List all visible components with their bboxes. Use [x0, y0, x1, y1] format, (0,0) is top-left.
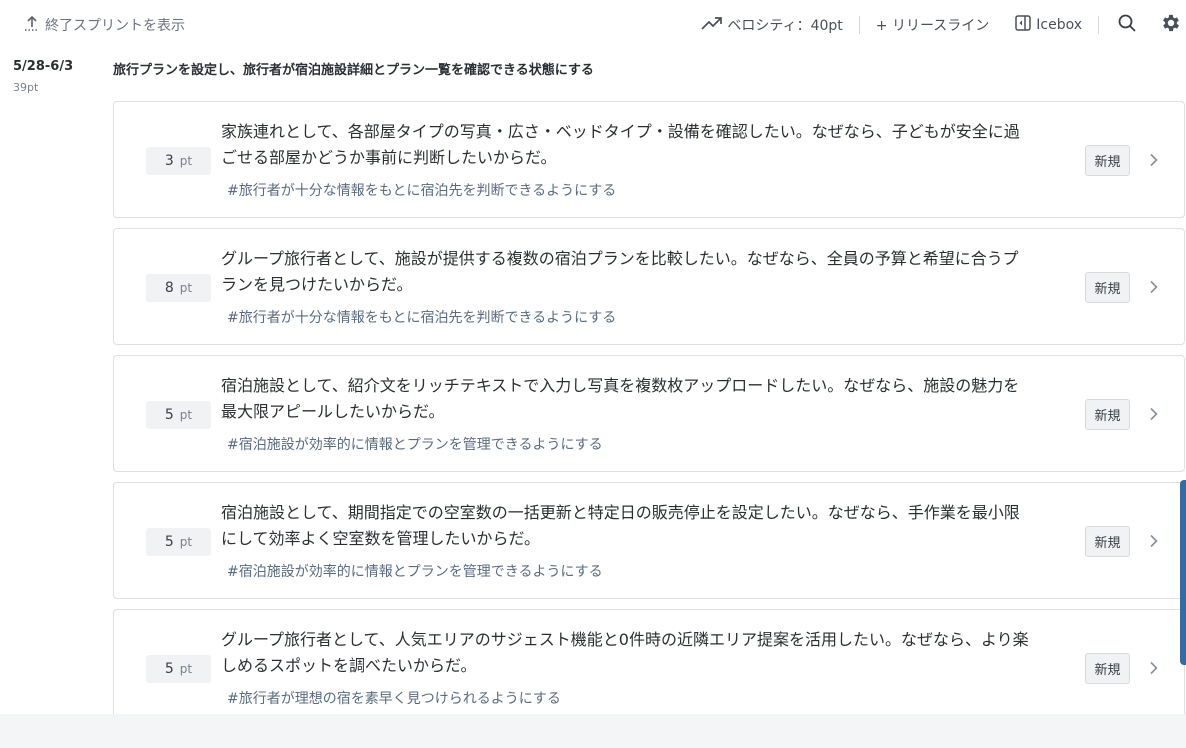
sprint-date-range: 5/28-6/3 [13, 59, 74, 74]
story-points-unit: pt [179, 535, 193, 549]
sprint-goal: 旅行プランを設定し、旅行者が宿泊施設詳細とプラン一覧を確認できる状態にする [113, 63, 594, 78]
settings-button[interactable] [1159, 13, 1183, 37]
release-line-button[interactable]: + リリースライン [876, 15, 989, 35]
toolbar-divider [858, 16, 860, 34]
status-badge[interactable]: 新規 [1085, 526, 1130, 557]
trend-up-icon [701, 15, 723, 35]
chevron-right-icon[interactable] [1146, 278, 1162, 296]
search-button[interactable] [1115, 13, 1139, 37]
sprint-points: 39pt [13, 81, 39, 94]
story-title: グループ旅行者として、施設が提供する複数の宿泊プランを比較したい。なぜなら、全員… [221, 249, 1019, 294]
status-badge[interactable]: 新規 [1085, 145, 1130, 176]
story-points-unit: pt [179, 662, 193, 676]
story-card[interactable]: 3 pt 家族連れとして、各部屋タイプの写真・広さ・ベッドタイプ・設備を確認した… [113, 101, 1185, 218]
velocity-button[interactable]: ベロシティ：40pt [701, 15, 843, 35]
story-points-value: 3 [164, 153, 174, 169]
story-title: 宿泊施設として、紹介文をリッチテキストで入力し写真を複数枚アップロードしたい。な… [221, 376, 1020, 421]
show-ended-sprints-label: 終了スプリントを表示 [45, 18, 185, 34]
story-card[interactable]: 5 pt 宿泊施設として、期間指定での空室数の一括更新と特定日の販売停止を設定し… [113, 482, 1185, 599]
story-points-unit: pt [179, 281, 193, 295]
sprint-planning-page: 終了スプリントを表示 ベロシティ：40pt + リリースライン Icebox 5… [0, 0, 1186, 714]
story-epic-tag[interactable]: #旅行者が理想の宿を素早く見つけられるようにする [227, 688, 561, 708]
chevron-right-icon[interactable] [1146, 405, 1162, 423]
story-epic-tag[interactable]: #旅行者が十分な情報をもとに宿泊先を判断できるようにする [227, 180, 616, 200]
story-epic-tag[interactable]: #宿泊施設が効率的に情報とプランを管理できるようにする [227, 434, 603, 454]
story-points-box[interactable]: 5 pt [146, 528, 211, 556]
chevron-right-icon[interactable] [1146, 151, 1162, 169]
story-points-unit: pt [179, 154, 193, 168]
status-badge[interactable]: 新規 [1085, 653, 1130, 684]
story-points-value: 5 [164, 534, 174, 550]
story-title: 家族連れとして、各部屋タイプの写真・広さ・ベッドタイプ・設備を確認したい。なぜな… [221, 122, 1020, 167]
show-ended-sprints-button[interactable]: 終了スプリントを表示 [23, 14, 185, 36]
status-badge[interactable]: 新規 [1085, 272, 1130, 303]
story-epic-tag[interactable]: #宿泊施設が効率的に情報とプランを管理できるようにする [227, 561, 603, 581]
story-points-unit: pt [179, 408, 193, 422]
story-points-box[interactable]: 8 pt [146, 274, 211, 302]
velocity-label: ベロシティ：40pt [727, 18, 843, 34]
icebox-label: Icebox [1036, 17, 1082, 33]
story-title: 宿泊施設として、期間指定での空室数の一括更新と特定日の販売停止を設定したい。なぜ… [221, 503, 1020, 548]
story-points-value: 5 [164, 407, 174, 423]
story-card[interactable]: 5 pt 宿泊施設として、紹介文をリッチテキストで入力し写真を複数枚アップロード… [113, 355, 1185, 472]
upload-dotted-icon [23, 14, 41, 36]
story-card[interactable]: 5 pt グループ旅行者として、人気エリアのサジェスト機能と0件時の近隣エリア提… [113, 609, 1185, 714]
story-card[interactable]: 8 pt グループ旅行者として、施設が提供する複数の宿泊プランを比較したい。なぜ… [113, 228, 1185, 345]
status-badge[interactable]: 新規 [1085, 399, 1130, 430]
release-line-label: + リリースライン [875, 18, 990, 34]
story-points-value: 5 [164, 661, 174, 677]
gear-icon [1160, 12, 1182, 38]
toolbar-divider [1098, 16, 1099, 34]
story-points-box[interactable]: 3 pt [146, 147, 211, 175]
toolbar-right-group: ベロシティ：40pt + リリースライン Icebox [701, 0, 1186, 50]
story-points-value: 8 [164, 280, 174, 296]
icebox-button[interactable]: Icebox [1014, 14, 1082, 36]
story-points-box[interactable]: 5 pt [146, 655, 211, 683]
story-title: グループ旅行者として、人気エリアのサジェスト機能と0件時の近隣エリア提案を活用し… [221, 630, 1029, 675]
icebox-panel-icon [1014, 14, 1032, 36]
side-panel-handle[interactable] [1180, 480, 1186, 665]
story-points-box[interactable]: 5 pt [146, 401, 211, 429]
top-toolbar: 終了スプリントを表示 ベロシティ：40pt + リリースライン Icebox [0, 0, 1186, 50]
chevron-right-icon[interactable] [1146, 659, 1162, 677]
chevron-right-icon[interactable] [1146, 532, 1162, 550]
search-icon [1117, 13, 1137, 37]
story-epic-tag[interactable]: #旅行者が十分な情報をもとに宿泊先を判断できるようにする [227, 307, 616, 327]
